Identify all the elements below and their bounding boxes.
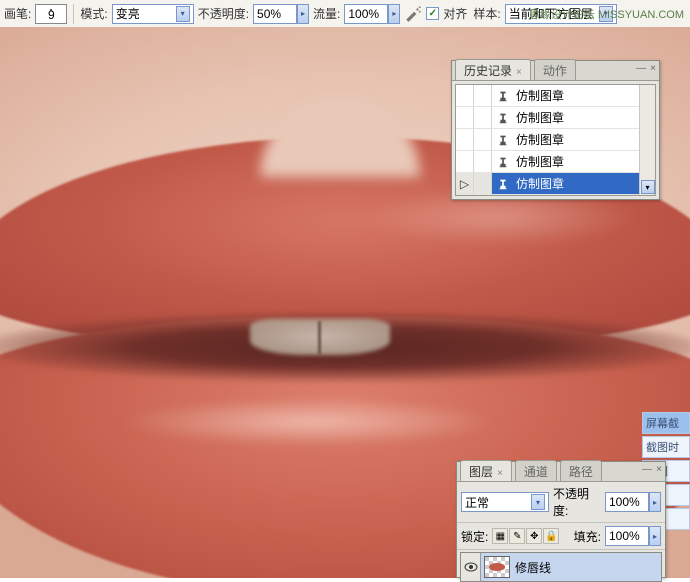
clone-stamp-icon bbox=[492, 133, 514, 147]
history-item[interactable]: 仿制图章 bbox=[456, 129, 639, 151]
layer-name[interactable]: 修唇线 bbox=[513, 559, 661, 576]
tab-history[interactable]: 历史记录× bbox=[455, 59, 531, 80]
lock-transparent-icon[interactable]: ▦ bbox=[492, 528, 508, 544]
close-icon[interactable]: × bbox=[656, 464, 662, 475]
layer-blend-dropdown[interactable]: 正常 ▾ bbox=[461, 492, 549, 512]
layer-opacity-input[interactable]: 100% ▸ bbox=[605, 492, 661, 512]
chevron-right-icon: ▸ bbox=[649, 492, 661, 512]
airbrush-icon[interactable] bbox=[404, 5, 422, 23]
image-tooth-gap bbox=[318, 321, 321, 355]
lock-position-icon[interactable]: ✥ bbox=[526, 528, 542, 544]
history-item[interactable]: 仿制图章 bbox=[456, 107, 639, 129]
scroll-down-icon[interactable]: ▾ bbox=[641, 180, 655, 194]
lock-label: 锁定: bbox=[461, 528, 488, 545]
visibility-toggle[interactable] bbox=[461, 553, 481, 581]
side-label[interactable]: 屏幕截 bbox=[642, 412, 690, 434]
separator bbox=[73, 4, 74, 24]
layer-fill-input[interactable]: 100% ▸ bbox=[605, 526, 661, 546]
layers-panel: — × 图层× 通道 路径 正常 ▾ 不透明度: 100% ▸ 锁定: ▦ ✎ … bbox=[456, 461, 666, 578]
chevron-down-icon: ▾ bbox=[176, 6, 190, 22]
eye-icon bbox=[464, 562, 478, 572]
layers-options-row: 正常 ▾ 不透明度: 100% ▸ bbox=[457, 482, 665, 523]
history-list: 仿制图章 仿制图章 仿制图章 仿制图章 ▷ bbox=[455, 84, 656, 196]
close-icon[interactable]: × bbox=[650, 63, 656, 74]
tab-channels[interactable]: 通道 bbox=[515, 460, 557, 481]
side-label[interactable]: 截图时 bbox=[642, 436, 690, 458]
tab-actions[interactable]: 动作 bbox=[534, 59, 576, 80]
lock-icons: ▦ ✎ ✥ 🔒 bbox=[492, 528, 559, 544]
aligned-checkbox[interactable]: ✓ bbox=[426, 7, 439, 20]
opacity-input[interactable]: 50% ▸ bbox=[253, 4, 309, 24]
aligned-label: 对齐 bbox=[443, 5, 467, 22]
tab-close-icon[interactable]: × bbox=[497, 468, 503, 479]
history-panel: — × 历史记录× 动作 仿制图章 仿制图章 bbox=[451, 60, 660, 200]
minimize-icon[interactable]: — bbox=[642, 464, 652, 475]
opacity-label: 不透明度: bbox=[198, 5, 249, 22]
fill-label: 填充: bbox=[574, 528, 601, 545]
layer-opacity-label: 不透明度: bbox=[553, 485, 601, 519]
clone-stamp-icon bbox=[492, 155, 514, 169]
layers-lock-row: 锁定: ▦ ✎ ✥ 🔒 填充: 100% ▸ bbox=[457, 523, 665, 550]
blend-mode-value: 变亮 bbox=[116, 5, 176, 22]
sample-label: 样本: bbox=[473, 5, 500, 22]
blend-mode-dropdown[interactable]: 变亮 ▾ bbox=[112, 4, 194, 24]
history-item[interactable]: 仿制图章 bbox=[456, 85, 639, 107]
tab-paths[interactable]: 路径 bbox=[560, 460, 602, 481]
layers-tabs: 图层× 通道 路径 bbox=[457, 462, 665, 482]
tab-close-icon[interactable]: × bbox=[516, 67, 522, 78]
image-highlight bbox=[120, 397, 500, 447]
sample-dropdown[interactable]: 当前和下方图层 ▾ bbox=[505, 4, 617, 24]
minimize-icon[interactable]: — bbox=[636, 63, 646, 74]
history-item[interactable]: 仿制图章 bbox=[456, 151, 639, 173]
history-tabs: 历史记录× 动作 bbox=[452, 61, 659, 81]
lock-pixels-icon[interactable]: ✎ bbox=[509, 528, 525, 544]
history-scrollbar[interactable]: ▾ bbox=[639, 85, 655, 195]
chevron-down-icon: ▾ bbox=[599, 6, 613, 22]
mode-label: 模式: bbox=[80, 5, 107, 22]
clone-stamp-icon bbox=[492, 177, 514, 191]
clone-stamp-icon bbox=[492, 89, 514, 103]
history-item-current[interactable]: ▷ 仿制图章 bbox=[456, 173, 639, 195]
flow-label: 流量: bbox=[313, 5, 340, 22]
sample-value: 当前和下方图层 bbox=[509, 5, 599, 22]
chevron-down-icon: ▾ bbox=[531, 494, 545, 510]
brush-size: 9 bbox=[48, 11, 55, 19]
brush-preset-picker[interactable]: 9 bbox=[35, 4, 67, 24]
brush-label: 画笔: bbox=[4, 5, 31, 22]
lock-all-icon[interactable]: 🔒 bbox=[543, 528, 559, 544]
chevron-right-icon: ▸ bbox=[649, 526, 661, 546]
flow-input[interactable]: 100% ▸ bbox=[344, 4, 400, 24]
layer-thumbnail[interactable] bbox=[484, 556, 510, 578]
options-bar: 画笔: 9 模式: 变亮 ▾ 不透明度: 50% ▸ 流量: 100% ▸ ✓ … bbox=[0, 0, 690, 28]
chevron-right-icon: ▸ bbox=[388, 4, 400, 24]
tab-layers[interactable]: 图层× bbox=[460, 460, 512, 481]
clone-stamp-icon bbox=[492, 111, 514, 125]
chevron-right-icon: ▸ bbox=[297, 4, 309, 24]
